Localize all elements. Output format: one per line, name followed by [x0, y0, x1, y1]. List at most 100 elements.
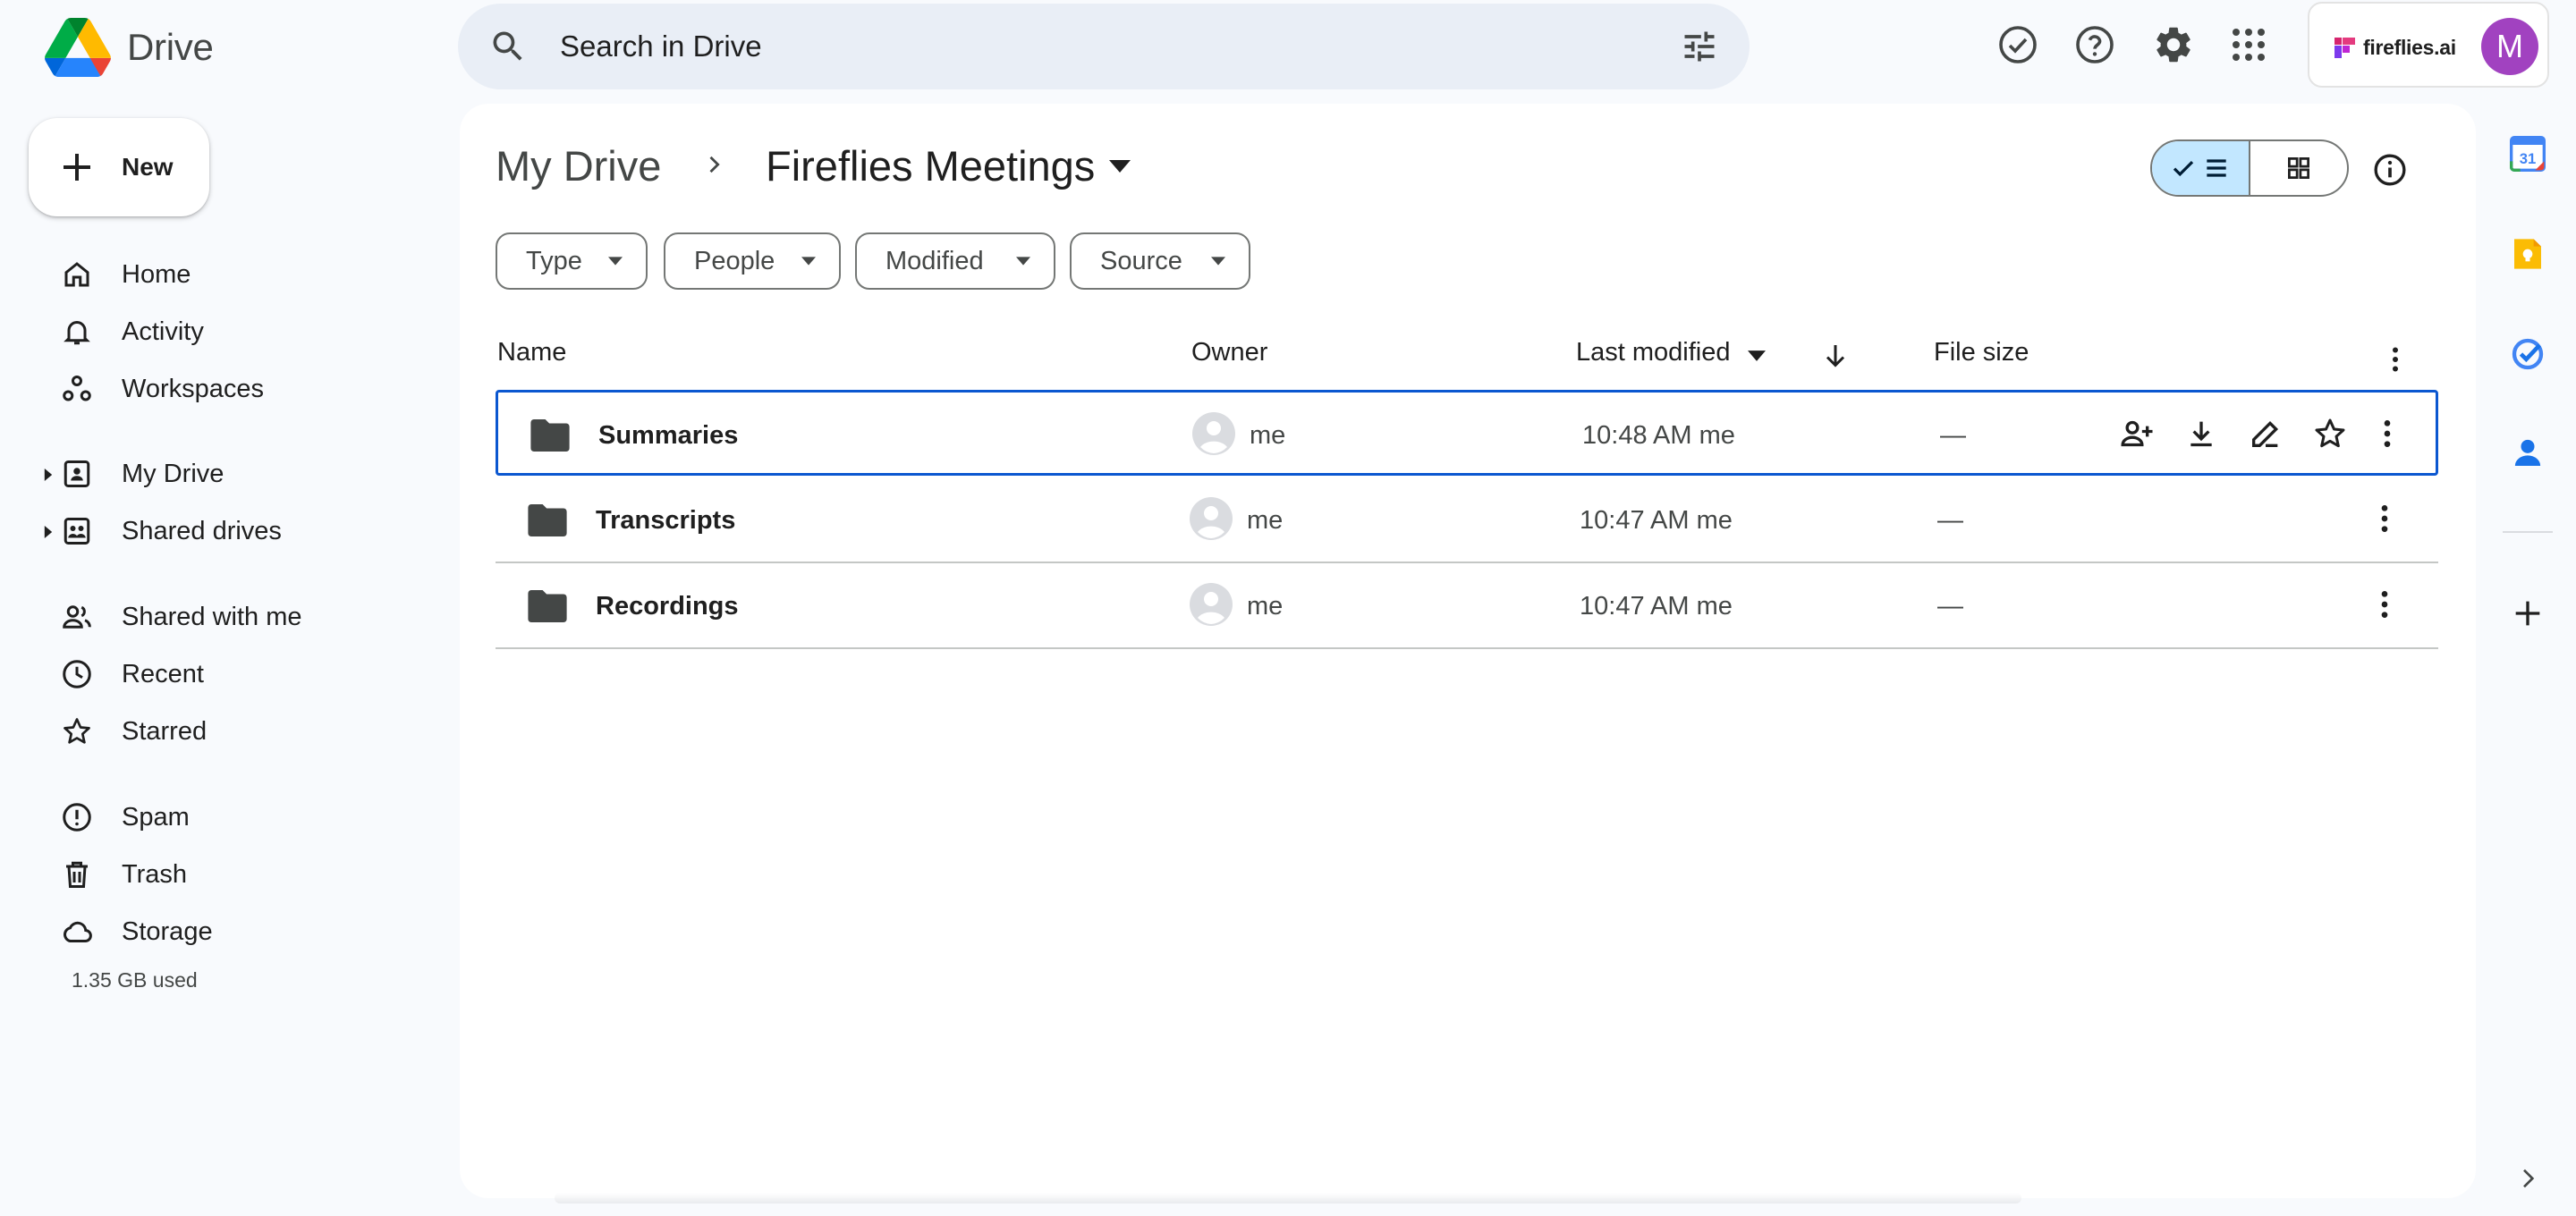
- list-view-button[interactable]: [2152, 141, 2250, 195]
- column-header-last-modified[interactable]: Last modified: [1576, 338, 1731, 367]
- sidebar-item-storage[interactable]: Storage: [0, 903, 447, 960]
- caret-down-icon: [608, 257, 623, 266]
- file-name[interactable]: Summaries: [598, 421, 738, 451]
- expand-caret-icon[interactable]: [43, 526, 54, 538]
- sidebar-item-shared-drives[interactable]: Shared drives: [0, 502, 447, 560]
- column-header-file-size: File size: [1934, 338, 2029, 367]
- caret-down-icon[interactable]: [1748, 350, 1766, 361]
- spam-icon: [63, 803, 91, 832]
- share-icon[interactable]: [2119, 416, 2155, 452]
- sidebar-item-workspaces[interactable]: Workspaces: [0, 360, 447, 418]
- filter-type-label: Type: [526, 246, 582, 275]
- sidebar-item-label: My Drive: [122, 460, 225, 488]
- owner-avatar-icon: [1190, 497, 1233, 540]
- info-icon[interactable]: [2372, 152, 2408, 188]
- filter-source-label: Source: [1100, 246, 1182, 275]
- list-view-icon: [2207, 159, 2226, 177]
- search-options-icon[interactable]: [1680, 27, 1719, 66]
- folder-icon: [528, 504, 567, 536]
- filter-type-chip[interactable]: Type: [496, 232, 648, 290]
- new-button-label: New: [122, 153, 174, 181]
- cloud-icon: [64, 921, 92, 942]
- sidebar-item-recent[interactable]: Recent: [0, 646, 447, 703]
- folder-icon: [528, 590, 567, 622]
- account-switcher[interactable]: fireflies.ai M: [2308, 2, 2549, 88]
- grid-view-icon: [2288, 157, 2309, 179]
- apps-grid-icon[interactable]: [2227, 23, 2270, 66]
- ready-for-offline-icon[interactable]: [1996, 23, 2039, 66]
- sidebar-item-label: Activity: [122, 317, 204, 346]
- rename-icon[interactable]: [2248, 416, 2284, 452]
- filter-people-chip[interactable]: People: [664, 232, 841, 290]
- view-toggle: [2150, 139, 2349, 197]
- help-icon[interactable]: [2073, 23, 2116, 66]
- caret-down-icon: [801, 257, 816, 266]
- sidebar-item-trash[interactable]: Trash: [0, 846, 447, 903]
- chevron-right-icon[interactable]: [2513, 1164, 2542, 1193]
- file-name[interactable]: Recordings: [596, 592, 739, 621]
- table-row[interactable]: Recordings me 10:47 AM me —: [496, 563, 2438, 649]
- main-content: My Drive Fireflies Meetings Type People …: [460, 104, 2476, 1198]
- file-owner: me: [1250, 421, 1286, 450]
- more-vert-icon[interactable]: [2367, 587, 2402, 622]
- more-vert-icon[interactable]: [2367, 501, 2402, 536]
- file-last-modified: 10:48 AM me: [1582, 421, 1735, 450]
- folder-icon: [530, 419, 570, 452]
- search-input[interactable]: Search in Drive: [560, 30, 762, 63]
- settings-gear-icon[interactable]: [2152, 23, 2195, 66]
- download-icon[interactable]: [2183, 416, 2219, 452]
- sidebar-item-spam[interactable]: Spam: [0, 789, 447, 846]
- check-icon: [2173, 160, 2194, 177]
- file-last-modified: 10:47 AM me: [1580, 592, 1733, 621]
- star-icon[interactable]: [2312, 416, 2348, 452]
- tasks-icon[interactable]: [2510, 336, 2546, 372]
- sidebar-item-label: Trash: [122, 860, 188, 889]
- file-name[interactable]: Transcripts: [596, 506, 735, 536]
- column-header-name[interactable]: Name: [497, 338, 566, 367]
- sidebar-item-shared-with-me[interactable]: Shared with me: [0, 588, 447, 646]
- brand-name: fireflies.ai: [2363, 36, 2456, 59]
- sidebar-item-starred[interactable]: Starred: [0, 703, 447, 760]
- add-addon-plus-icon[interactable]: [2510, 595, 2546, 631]
- more-vert-icon[interactable]: [2379, 343, 2411, 376]
- table-row[interactable]: Summaries me 10:48 AM me —: [496, 390, 2438, 476]
- people-icon: [63, 605, 91, 629]
- filter-modified-chip[interactable]: Modified: [855, 232, 1055, 290]
- contacts-icon[interactable]: [2510, 435, 2546, 470]
- clock-icon: [63, 660, 91, 688]
- file-owner: me: [1247, 592, 1284, 621]
- sidebar-item-label: Home: [122, 260, 191, 289]
- filter-modified-label: Modified: [886, 246, 984, 275]
- sidebar-item-label: Spam: [122, 803, 190, 832]
- calendar-icon[interactable]: 31: [2510, 136, 2546, 172]
- more-vert-icon[interactable]: [2369, 416, 2405, 452]
- drive-logo[interactable]: Drive: [45, 16, 214, 79]
- bell-icon: [64, 321, 90, 345]
- caret-down-icon: [1211, 257, 1225, 266]
- expand-caret-icon[interactable]: [43, 469, 54, 481]
- table-row[interactable]: Transcripts me 10:47 AM me —: [496, 477, 2438, 563]
- owner-avatar-icon: [1190, 583, 1233, 626]
- breadcrumb-root[interactable]: My Drive: [496, 141, 661, 190]
- side-panel-divider: [2503, 531, 2553, 533]
- sidebar-item-label: Workspaces: [122, 375, 265, 403]
- app-name: Drive: [127, 26, 214, 68]
- sidebar-item-label: Shared with me: [122, 603, 302, 631]
- sort-direction-arrow-icon[interactable]: [1819, 340, 1852, 372]
- sidebar-item-home[interactable]: Home: [0, 246, 447, 303]
- search-icon[interactable]: [488, 27, 528, 66]
- sidebar-item-label: Shared drives: [122, 517, 282, 545]
- grid-view-button[interactable]: [2250, 141, 2347, 195]
- my-drive-icon: [64, 460, 90, 487]
- sidebar-item-activity[interactable]: Activity: [0, 303, 447, 360]
- file-last-modified: 10:47 AM me: [1580, 506, 1733, 535]
- new-button[interactable]: New: [29, 118, 209, 216]
- filter-source-chip[interactable]: Source: [1070, 232, 1250, 290]
- file-size: —: [1937, 592, 1963, 621]
- sidebar-item-my-drive[interactable]: My Drive: [0, 445, 447, 502]
- search-bar[interactable]: Search in Drive: [458, 4, 1750, 89]
- keep-icon[interactable]: [2510, 236, 2546, 272]
- breadcrumb-current-folder[interactable]: Fireflies Meetings: [766, 141, 1131, 190]
- account-avatar[interactable]: M: [2481, 18, 2538, 75]
- sidebar-item-label: Starred: [122, 717, 208, 746]
